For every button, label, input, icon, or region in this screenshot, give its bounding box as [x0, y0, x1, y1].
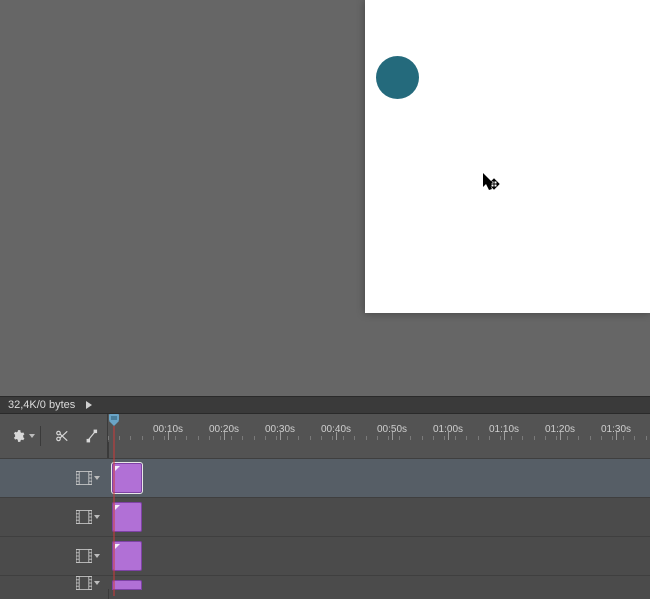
tick-label: 01:10s	[489, 424, 519, 435]
gear-icon	[11, 429, 25, 443]
track-row[interactable]	[0, 536, 650, 575]
playhead-line	[114, 426, 115, 596]
clip[interactable]	[112, 580, 142, 590]
status-bar: 32,4K/0 bytes	[0, 396, 650, 414]
free-transform-icon	[86, 429, 100, 443]
timeline-panel: 00:10s 00:20s 00:30s 00:40s 00:50s 01:00s 01:1…	[0, 414, 650, 599]
tick-label: 01:20s	[545, 424, 575, 435]
clip[interactable]	[112, 502, 142, 532]
scissors-icon	[55, 429, 69, 443]
track-header[interactable]	[0, 498, 108, 536]
dropdown-caret-icon[interactable]	[94, 574, 102, 592]
track-header[interactable]	[0, 537, 108, 575]
tick-label: 00:30s	[265, 424, 295, 435]
film-icon	[76, 549, 92, 563]
tracks-area	[0, 442, 650, 599]
film-icon	[76, 576, 92, 590]
tick-label: 01:30s	[601, 424, 631, 435]
clip[interactable]	[112, 541, 142, 571]
film-icon	[76, 471, 92, 485]
track-header[interactable]	[0, 576, 108, 589]
tick-label: 00:20s	[209, 424, 239, 435]
dropdown-caret-icon[interactable]	[94, 469, 102, 487]
canvas[interactable]	[365, 0, 650, 313]
playhead[interactable]	[109, 414, 119, 426]
expand-arrow-icon[interactable]	[83, 398, 97, 412]
track-row[interactable]	[0, 575, 650, 589]
tick-label: 00:10s	[153, 424, 183, 435]
tick-label: 00:40s	[321, 424, 351, 435]
time-ruler[interactable]: 00:10s 00:20s 00:30s 00:40s 00:50s 01:00s 01:1…	[108, 414, 650, 442]
track-row[interactable]	[0, 458, 650, 497]
dropdown-caret-icon[interactable]	[94, 508, 102, 526]
track-header[interactable]	[0, 459, 108, 497]
film-icon	[76, 510, 92, 524]
tick-label: 01:00s	[433, 424, 463, 435]
tick-label: 00:50s	[377, 424, 407, 435]
ball-shape[interactable]	[376, 56, 419, 99]
clip[interactable]	[112, 463, 142, 493]
dropdown-caret-icon[interactable]	[94, 547, 102, 565]
status-text: 32,4K/0 bytes	[0, 399, 83, 411]
stage-area	[0, 0, 650, 396]
track-row[interactable]	[0, 497, 650, 536]
